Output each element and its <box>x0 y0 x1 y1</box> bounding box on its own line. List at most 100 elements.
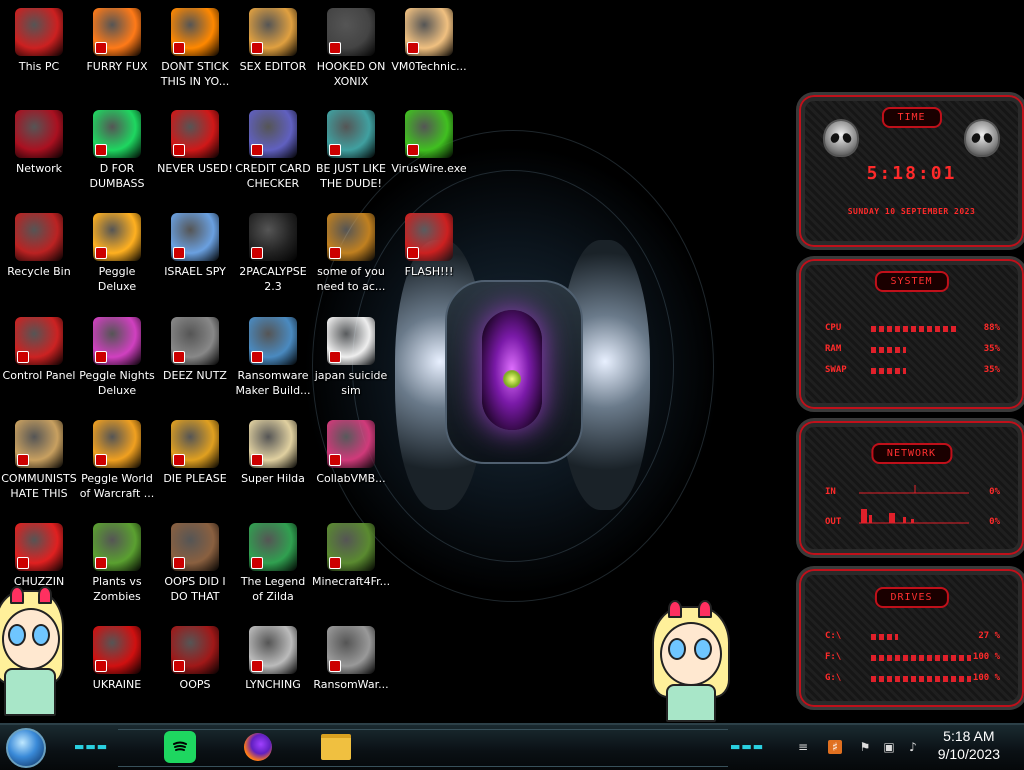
desktop: This PC Network Recycle Bin Control Panel CO… <box>0 0 1024 723</box>
network-graph <box>859 485 969 524</box>
portrait-icon <box>171 523 219 571</box>
recycle-bin-icon <box>15 213 63 261</box>
desktop-icon[interactable]: The Legend of Zilda <box>234 523 312 604</box>
desktop-icon[interactable]: NEVER USED! <box>156 110 234 176</box>
widget-row-label: F:\ <box>825 652 842 662</box>
wallpaper-core-dot <box>503 370 521 388</box>
desktop-icon[interactable]: LYNCHING <box>234 626 312 692</box>
desktop-icon[interactable]: Super Hilda <box>234 420 312 486</box>
alien-head-icon <box>964 119 1000 157</box>
action-center-flag-icon[interactable]: ⚑ <box>858 740 872 754</box>
desktop-icon[interactable]: UKRAINE <box>78 626 156 692</box>
desktop-icon[interactable]: Control Panel <box>0 317 78 383</box>
desktop-icon[interactable]: CollabVMB... <box>312 420 390 486</box>
xonix-icon <box>327 8 375 56</box>
desktop-icon-label: FLASH!!! <box>404 265 454 278</box>
shortcut-arrow-icon <box>17 351 29 363</box>
shortcut-arrow-icon <box>173 144 185 156</box>
desktop-icon-label: BE JUST LIKE THE DUDE! <box>315 162 387 190</box>
dog-cartoon-icon <box>327 213 375 261</box>
volume-icon[interactable]: ♪ <box>906 740 920 754</box>
clock-time: 5:18 AM <box>943 728 995 744</box>
desktop-icon[interactable]: ISRAEL SPY <box>156 213 234 279</box>
desktop-icon[interactable]: DIE PLEASE <box>156 420 234 486</box>
shortcut-arrow-icon <box>407 42 419 54</box>
show-hidden-icons-icon[interactable]: ≡ <box>796 740 810 754</box>
desktop-icon[interactable]: Network <box>0 110 78 176</box>
console-icon <box>249 213 297 261</box>
desktop-icon-label: NEVER USED! <box>157 162 233 175</box>
desktop-icon[interactable]: VM0Technic... <box>390 8 468 74</box>
desktop-icon[interactable]: DONT STICK THIS IN YO... <box>156 8 234 89</box>
tray-app-icon[interactable]: ♯ <box>828 740 842 754</box>
desktop-icon[interactable]: D FOR DUMBASS <box>78 110 156 191</box>
desktop-icon[interactable]: HOOKED ON XONIX <box>312 8 390 89</box>
taskbar-file-explorer-icon[interactable] <box>320 731 352 763</box>
network-tray-icon[interactable]: ▣ <box>882 740 896 754</box>
desktop-icon[interactable]: some of you need to ac... <box>312 213 390 294</box>
desktop-icon[interactable]: OOPS DID I DO THAT <box>156 523 234 604</box>
desktop-icon-label: This PC <box>18 60 60 73</box>
desktop-icon[interactable]: Recycle Bin <box>0 213 78 279</box>
shortcut-arrow-icon <box>95 42 107 54</box>
widget-row-value: 35% <box>983 365 1000 375</box>
desktop-icon[interactable]: VirusWire.exe <box>390 110 468 176</box>
desktop-icon-label: DONT STICK THIS IN YO... <box>160 60 230 88</box>
desktop-icon[interactable]: japan suicide sim <box>312 317 390 398</box>
widget-row-bar <box>871 368 906 374</box>
desktop-icon-label: CollabVMB... <box>316 472 386 485</box>
director-icon <box>171 420 219 468</box>
desktop-icon[interactable]: This PC <box>0 8 78 74</box>
widget-row-label: C:\ <box>825 631 842 641</box>
desktop-icon[interactable]: SEX EDITOR <box>234 8 312 74</box>
shortcut-arrow-icon <box>251 247 263 259</box>
minecraft-icon <box>327 523 375 571</box>
desktop-icon[interactable]: RansomWar... <box>312 626 390 692</box>
desktop-icon-label: Recycle Bin <box>7 265 71 278</box>
start-button[interactable] <box>6 728 46 768</box>
pixel-hero-icon <box>249 523 297 571</box>
computer-icon <box>15 8 63 56</box>
desktop-icon[interactable]: Peggle World of Warcraft ... <box>78 420 156 501</box>
shortcut-arrow-icon <box>173 660 185 672</box>
desktop-icon[interactable]: Peggle Nights Deluxe <box>78 317 156 398</box>
widget-date: SUNDAY 10 SEPTEMBER 2023 <box>847 207 976 216</box>
widget-row-label: SWAP <box>825 365 847 375</box>
desktop-icon[interactable]: 2PACALYPSE 2.3 <box>234 213 312 294</box>
desktop-icon-label: OOPS DID I DO THAT <box>164 575 226 603</box>
desktop-icon[interactable]: OOPS <box>156 626 234 692</box>
desktop-icon-label: Control Panel <box>2 369 76 382</box>
desktop-icon[interactable]: Minecraft4Fr... <box>312 523 390 589</box>
widget-row-bar <box>871 676 971 682</box>
mascot-star-left <box>0 586 64 720</box>
desktop-icon[interactable]: COMMUNISTS HATE THIS G... <box>0 420 78 501</box>
desktop-icon[interactable]: CREDIT CARD CHECKER <box>234 110 312 191</box>
widget-row-bar <box>871 326 959 332</box>
taskbar-clock[interactable]: 5:18 AM 9/10/2023 <box>938 727 1000 763</box>
network-icon <box>15 110 63 158</box>
shortcut-arrow-icon <box>95 660 107 672</box>
desktop-icon[interactable]: Plants vs Zombies <box>78 523 156 604</box>
desktop-icon[interactable]: FURRY FUX <box>78 8 156 74</box>
desktop-icon-label: Minecraft4Fr... <box>312 575 390 588</box>
desktop-icon[interactable]: FLASH!!! <box>390 213 468 279</box>
widget-row-label: CPU <box>825 323 842 333</box>
shortcut-arrow-icon <box>329 454 341 466</box>
taskbar-spotify-icon[interactable] <box>164 731 196 763</box>
taskbar-led-right: ▬▬▬ <box>730 740 765 753</box>
shortcut-arrow-icon <box>251 660 263 672</box>
widget-row-value: 0% <box>989 517 1000 527</box>
desktop-icon-label: 2PACALYPSE 2.3 <box>239 265 307 293</box>
taskbar-firefox-icon[interactable] <box>242 731 274 763</box>
shortcut-arrow-icon <box>329 247 341 259</box>
widget-row-label: IN <box>825 487 836 497</box>
peggle-nights-icon <box>93 317 141 365</box>
shortcut-arrow-icon <box>173 351 185 363</box>
widget-row-value: 35% <box>983 344 1000 354</box>
desktop-icon[interactable]: BE JUST LIKE THE DUDE! <box>312 110 390 191</box>
desktop-icon-label: ISRAEL SPY <box>164 265 226 278</box>
desktop-icon[interactable]: Ransomware Maker Build... <box>234 317 312 398</box>
desktop-icon[interactable]: Peggle Deluxe <box>78 213 156 294</box>
peggle-icon <box>93 213 141 261</box>
desktop-icon[interactable]: DEEZ NUTZ <box>156 317 234 383</box>
